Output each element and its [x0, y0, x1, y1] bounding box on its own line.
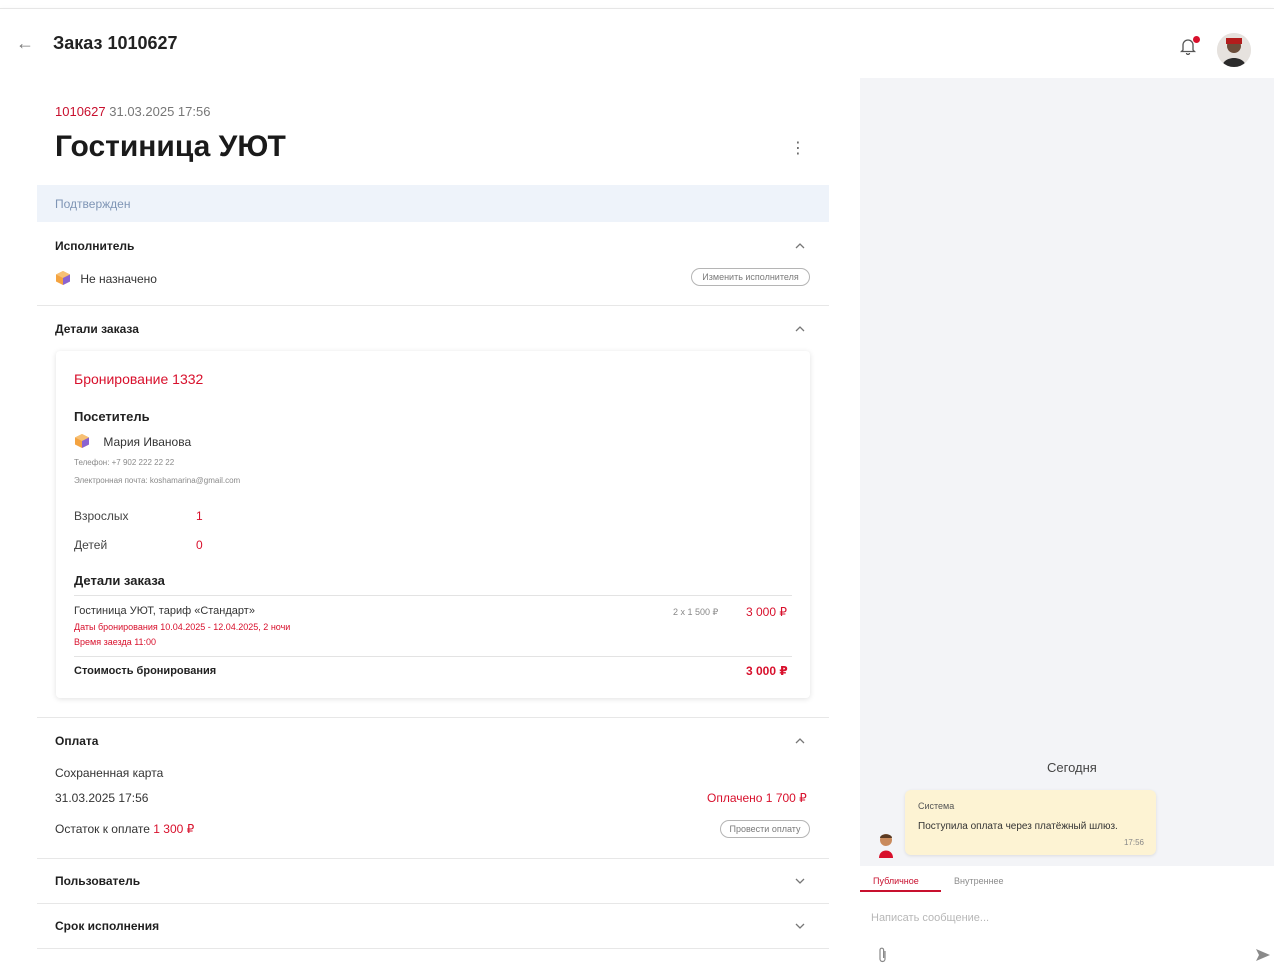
order-number: 1010627 — [55, 104, 106, 119]
booking-cost-value: 3 000 ₽ — [746, 664, 788, 678]
section-details-title: Детали заказа — [55, 322, 139, 336]
paperclip-icon[interactable] — [877, 946, 889, 964]
top-bar: ← Заказ 1010627 — [0, 8, 1274, 78]
line-item-total: 3 000 ₽ — [746, 605, 787, 619]
hotel-name: Гостиница УЮТ — [55, 130, 286, 163]
message-composer: Публичное Внутреннее Написать сообщение.… — [860, 866, 1274, 968]
adults-value: 1 — [196, 509, 203, 523]
divider — [37, 903, 829, 904]
payment-method: Сохраненная карта — [55, 766, 164, 780]
more-vertical-icon[interactable]: ⋮ — [790, 138, 806, 157]
divider — [37, 948, 829, 949]
system-avatar-icon — [879, 834, 893, 858]
message-sender: Система — [918, 801, 955, 811]
visitor-email: Электронная почта: koshamarina@gmail.com — [74, 476, 241, 485]
chevron-up-icon[interactable] — [793, 241, 807, 251]
children-value: 0 — [196, 538, 203, 552]
adults-label: Взрослых — [74, 509, 129, 523]
chat-message: Система Поступила оплата через платёжный… — [905, 790, 1156, 855]
active-tab-indicator — [860, 890, 941, 892]
booking-title[interactable]: Бронирование 1332 — [74, 371, 203, 387]
booking-cost-label: Стоимость бронирования — [74, 665, 217, 677]
booking-card: Бронирование 1332 Посетитель Мария Ивано… — [56, 351, 810, 698]
chevron-down-icon[interactable] — [793, 921, 807, 931]
chat-date-label: Сегодня — [1047, 760, 1097, 775]
children-label: Детей — [74, 538, 108, 552]
visitor-name: Мария Иванова — [103, 435, 192, 449]
message-time: 17:56 — [1123, 838, 1144, 847]
message-text: Поступила оплата через платёжный шлюз. — [918, 821, 1118, 832]
payment-remaining-label: Остаток к оплате — [55, 822, 150, 836]
cube-icon — [56, 271, 70, 285]
notification-badge — [1193, 36, 1200, 43]
tab-internal[interactable]: Внутреннее — [954, 876, 1004, 886]
divider — [74, 595, 792, 596]
visitor-phone: Телефон: +7 902 222 22 22 — [74, 458, 175, 467]
section-user-title[interactable]: Пользователь — [55, 874, 140, 888]
order-meta: 1010627 31.03.2025 17:56 — [55, 104, 210, 119]
section-payment-title: Оплата — [55, 734, 99, 748]
divider — [37, 717, 829, 718]
section-deadline-title[interactable]: Срок исполнения — [55, 919, 159, 933]
order-details-heading: Детали заказа — [74, 573, 165, 588]
page-title: Заказ 1010627 — [53, 33, 178, 53]
status-text: Подтвержден — [55, 197, 131, 211]
executor-value: Не назначено — [80, 272, 157, 286]
section-executor-title: Исполнитель — [55, 239, 135, 253]
status-bar: Подтвержден — [37, 185, 829, 222]
line-item-dates: Даты бронирования 10.04.2025 - 12.04.202… — [74, 622, 291, 632]
payment-paid: Оплачено 1 700 ₽ — [707, 791, 807, 805]
visitor-row: Мария Иванова — [74, 433, 191, 449]
line-item-name: Гостиница УЮТ, тариф «Стандарт» — [74, 605, 255, 617]
executor-row: Не назначено — [55, 270, 157, 286]
payment-date: 31.03.2025 17:56 — [55, 791, 149, 805]
order-datetime: 31.03.2025 17:56 — [109, 104, 211, 119]
payment-remaining-value: 1 300 ₽ — [153, 822, 195, 836]
divider — [37, 858, 829, 859]
line-item-checkin: Время заезда 11:00 — [74, 637, 157, 647]
avatar[interactable] — [1217, 33, 1251, 67]
divider — [74, 656, 792, 657]
chevron-down-icon[interactable] — [793, 876, 807, 886]
change-executor-button[interactable]: Изменить исполнителя — [691, 268, 810, 286]
pay-button[interactable]: Провести оплату — [720, 820, 810, 838]
cube-icon — [75, 434, 89, 448]
payment-remaining: Остаток к оплате 1 300 ₽ — [55, 822, 194, 836]
tab-public[interactable]: Публичное — [873, 876, 919, 886]
send-icon[interactable] — [1255, 948, 1271, 962]
line-item-qty-price: 2 x 1 500 ₽ — [673, 607, 719, 617]
visitor-heading: Посетитель — [74, 409, 150, 424]
divider — [37, 305, 829, 306]
arrow-left-icon[interactable]: ← — [16, 33, 34, 54]
chevron-up-icon[interactable] — [793, 324, 807, 334]
message-input[interactable]: Написать сообщение... — [871, 912, 989, 924]
chevron-up-icon[interactable] — [793, 736, 807, 746]
